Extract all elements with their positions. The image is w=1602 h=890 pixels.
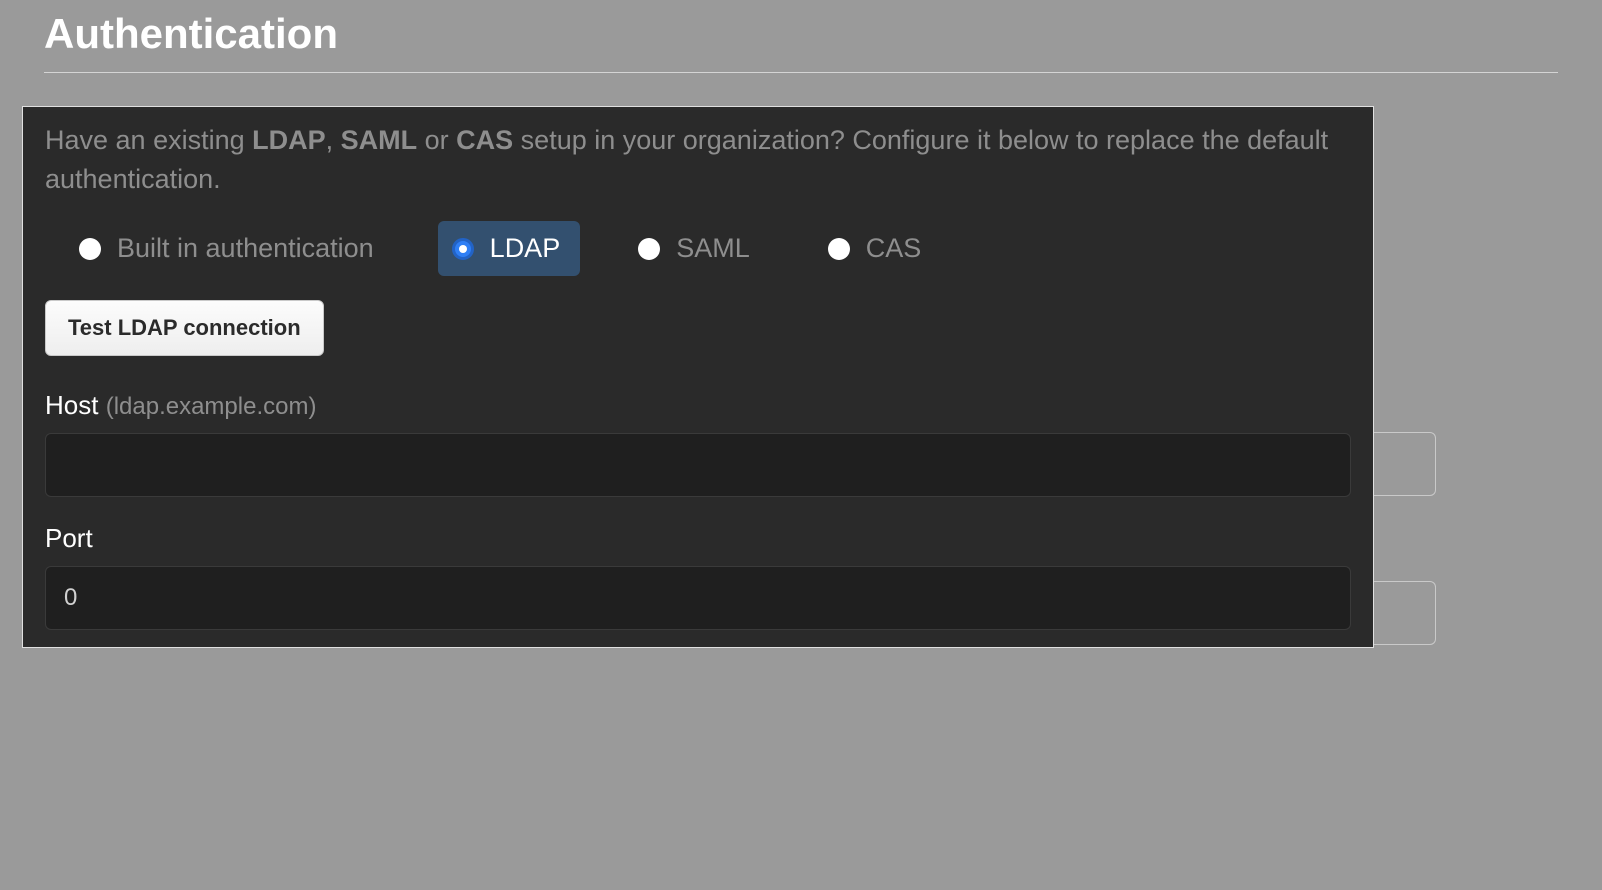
radio-icon	[79, 238, 101, 260]
auth-option-label: CAS	[866, 233, 922, 264]
host-input-trail	[1374, 432, 1436, 496]
auth-option-label: SAML	[676, 233, 750, 264]
auth-option-cas[interactable]: CAS	[814, 221, 942, 276]
auth-option-label: Built in authentication	[117, 233, 374, 264]
radio-icon	[638, 238, 660, 260]
auth-method-radio-group: Built in authentication LDAP SAML CAS	[45, 221, 1351, 276]
test-ldap-button[interactable]: Test LDAP connection	[45, 300, 324, 356]
port-label: Port	[45, 523, 1351, 554]
select-caret-icon: ▲▼	[168, 760, 182, 776]
encryption-select[interactable]: Plain	[44, 739, 194, 797]
encryption-label: Encryption	[44, 690, 1558, 721]
port-input[interactable]	[45, 566, 1351, 630]
host-label: Host (ldap.example.com)	[45, 390, 1351, 421]
auth-option-saml[interactable]: SAML	[624, 221, 770, 276]
host-input[interactable]	[45, 433, 1351, 497]
auth-option-ldap[interactable]: LDAP	[438, 221, 581, 276]
auth-intro-text: Have an existing LDAP, SAML or CAS setup…	[45, 121, 1351, 199]
host-hint: (ldap.example.com)	[106, 393, 317, 420]
auth-option-builtin[interactable]: Built in authentication	[65, 221, 394, 276]
page-title: Authentication	[44, 10, 1558, 58]
auth-config-panel: Have an existing LDAP, SAML or CAS setup…	[22, 106, 1374, 648]
radio-icon	[452, 238, 474, 260]
auth-option-label: LDAP	[490, 233, 561, 264]
radio-icon	[828, 238, 850, 260]
port-input-trail	[1374, 581, 1436, 645]
title-divider	[44, 72, 1558, 73]
